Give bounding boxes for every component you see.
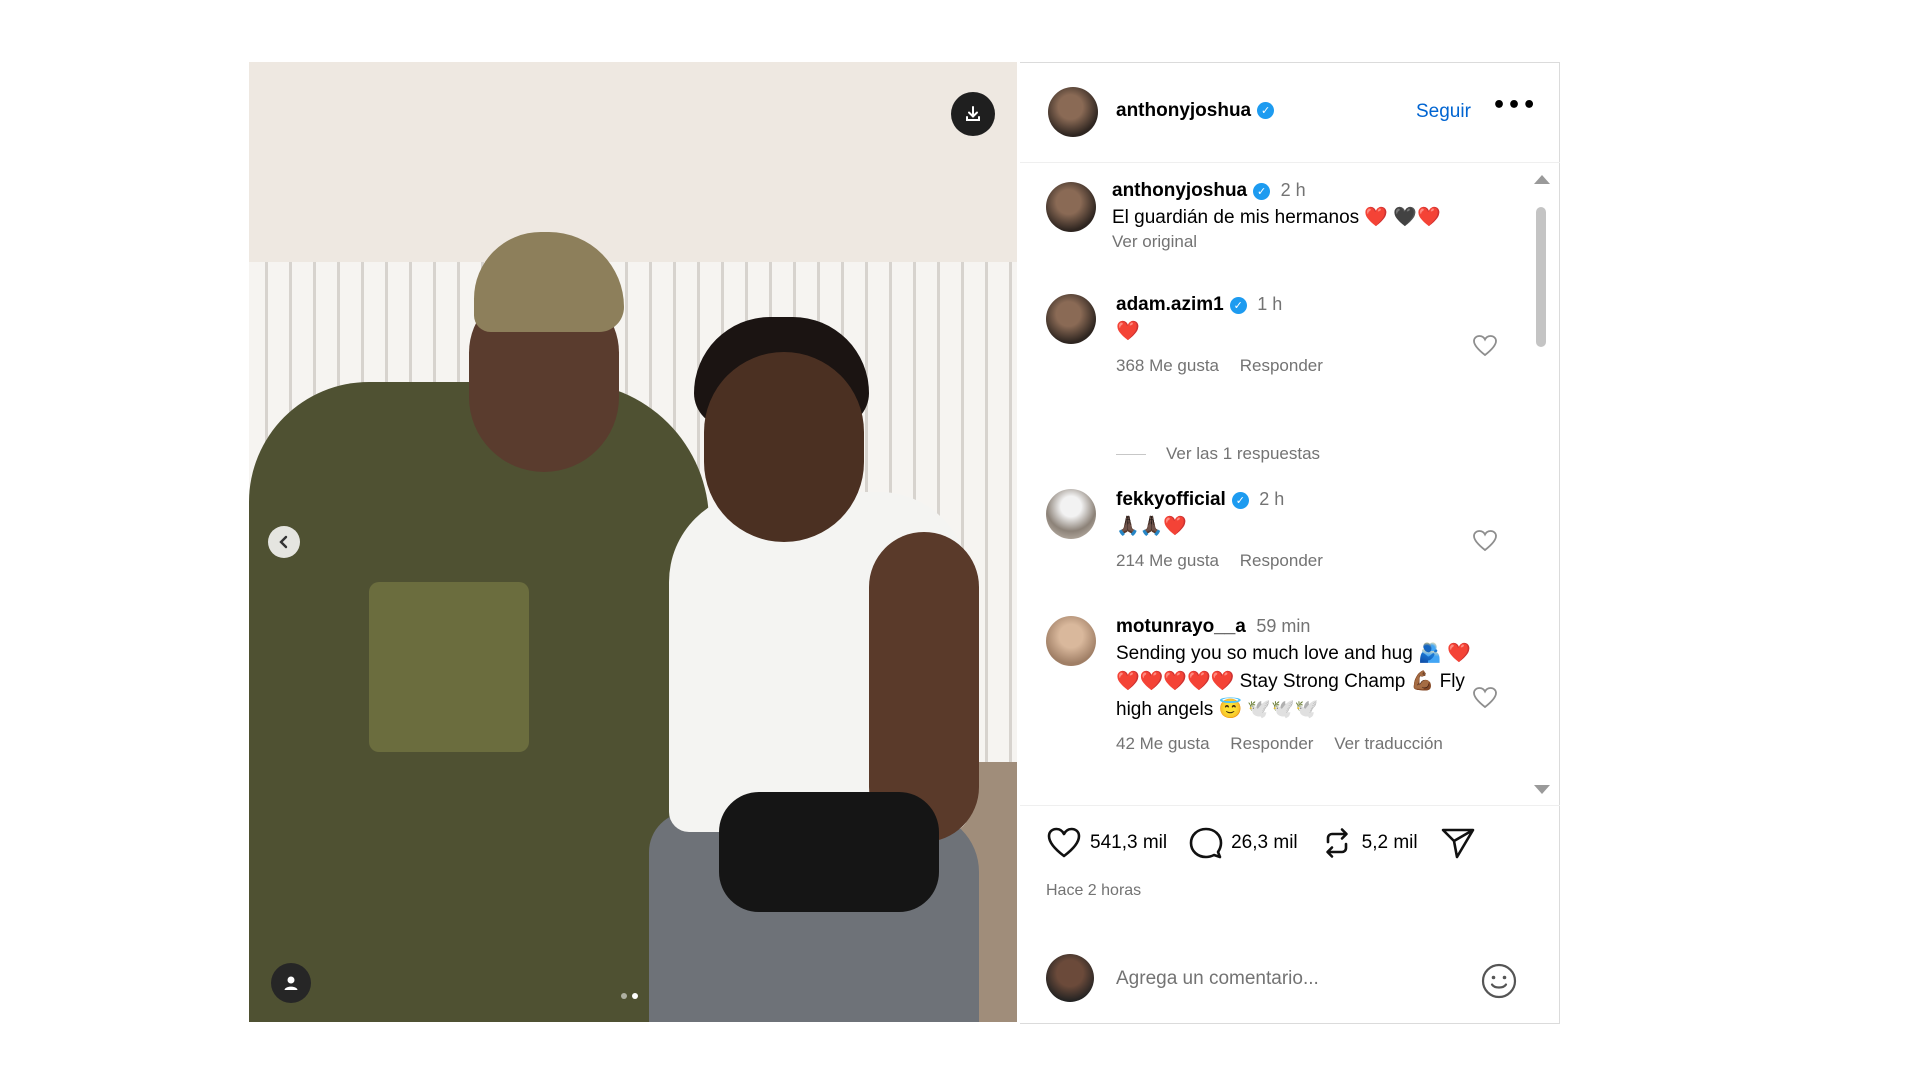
replies-divider (1116, 453, 1146, 455)
like-button[interactable]: 541,3 mil (1046, 826, 1167, 860)
comment-username[interactable]: adam.azim1 (1116, 294, 1224, 315)
comment-icon (1189, 827, 1223, 859)
verified-icon: ✓ (1253, 183, 1271, 201)
post-photo[interactable] (249, 62, 1017, 1022)
view-replies-link[interactable]: Ver las 1 respuestas (1116, 444, 1320, 464)
comment-avatar[interactable] (1046, 616, 1096, 666)
comments-scrollbar[interactable] (1530, 175, 1552, 805)
download-button[interactable] (951, 92, 995, 136)
caption-avatar[interactable] (1046, 182, 1096, 232)
chevron-left-icon (279, 535, 288, 549)
comment-likes[interactable]: 214 Me gusta (1116, 551, 1219, 570)
emoji-icon[interactable] (1480, 962, 1518, 1000)
verified-icon: ✓ (1231, 492, 1249, 510)
comment-text: 🙏🏿🙏🏿❤️ (1116, 516, 1187, 537)
comment-meta: 214 Me gusta Responder (1116, 551, 1476, 571)
heart-icon (1047, 827, 1081, 858)
reply-button[interactable]: Responder (1240, 551, 1323, 570)
comment-likes[interactable]: 42 Me gusta (1116, 734, 1210, 753)
verified-icon: ✓ (1257, 102, 1275, 120)
heart-icon[interactable] (1472, 686, 1498, 710)
heart-icon[interactable] (1472, 529, 1498, 553)
translate-link[interactable]: Ver traducción (1334, 734, 1443, 753)
comment-text: ❤️ (1116, 321, 1140, 342)
add-comment-bar (1020, 926, 1560, 1026)
view-replies-text[interactable]: Ver las 1 respuestas (1166, 444, 1320, 464)
caption-username[interactable]: anthonyjoshua (1112, 180, 1247, 201)
comment-body: motunrayo__a 59 min Sending you so much … (1116, 616, 1476, 754)
author-username-text[interactable]: anthonyjoshua (1116, 100, 1251, 121)
comment-time[interactable]: 1 h (1257, 294, 1282, 314)
comment-input[interactable] (1116, 964, 1456, 994)
repost-count[interactable]: 5,2 mil (1362, 832, 1418, 854)
post-detail-panel: anthonyjoshua ✓ Seguir ••• anthonyjoshua ✓… (1020, 62, 1560, 1024)
author-username[interactable]: anthonyjoshua ✓ (1116, 100, 1275, 122)
like-count[interactable]: 541,3 mil (1090, 832, 1167, 854)
comment-text: Sending you so much love and hug 🫂 ❤️❤️❤… (1116, 643, 1471, 720)
send-icon (1441, 828, 1474, 859)
tagged-users-button[interactable] (271, 963, 311, 1003)
current-user-avatar (1046, 954, 1094, 1002)
author-avatar[interactable] (1048, 87, 1098, 137)
comment-avatar[interactable] (1046, 294, 1096, 344)
comment-time[interactable]: 59 min (1256, 616, 1310, 636)
repost-button[interactable]: 5,2 mil (1320, 826, 1418, 860)
share-button[interactable] (1440, 826, 1484, 860)
comment-time[interactable]: 2 h (1259, 489, 1284, 509)
caption-text: El guardián de mis hermanos ❤️ 🖤❤️ (1112, 207, 1441, 228)
see-original-link[interactable]: Ver original (1112, 232, 1512, 252)
comment-avatar[interactable] (1046, 489, 1096, 539)
comment-body: fekkyofficial ✓ 2 h 🙏🏿🙏🏿❤️ 214 Me gusta R… (1116, 489, 1476, 571)
carousel-dots (621, 993, 638, 999)
comment-username[interactable]: fekkyofficial (1116, 489, 1226, 510)
verified-icon: ✓ (1229, 297, 1247, 315)
comments-list[interactable]: anthonyjoshua ✓ 2 h El guardián de mis he… (1020, 164, 1530, 804)
post-timestamp[interactable]: Hace 2 horas (1046, 882, 1141, 900)
comment-body: adam.azim1 ✓ 1 h ❤️ 368 Me gusta Responde… (1116, 294, 1476, 376)
carousel-dot (621, 993, 627, 999)
comment-meta: 368 Me gusta Responder (1116, 356, 1476, 376)
comment-meta: 42 Me gusta Responder Ver traducción (1116, 734, 1476, 754)
photo-cloth (719, 792, 939, 912)
scrollbar-thumb[interactable] (1536, 207, 1546, 347)
comment-username[interactable]: motunrayo__a (1116, 616, 1246, 637)
user-icon (284, 976, 298, 990)
repost-icon (1325, 828, 1348, 858)
photo-jacket-panel (369, 582, 529, 752)
follow-button[interactable]: Seguir (1416, 101, 1471, 123)
action-row: 541,3 mil 26,3 mil 5,2 mil (1046, 826, 1506, 860)
carousel-dot-active (632, 993, 638, 999)
more-options-icon[interactable]: ••• (1492, 93, 1537, 118)
photo-person-right-head (704, 352, 864, 542)
caption-time[interactable]: 2 h (1281, 180, 1306, 200)
reply-button[interactable]: Responder (1240, 356, 1323, 375)
heart-icon[interactable] (1472, 334, 1498, 358)
comment-count[interactable]: 26,3 mil (1231, 832, 1298, 854)
post-header: anthonyjoshua ✓ Seguir ••• (1020, 63, 1560, 163)
download-icon (966, 106, 980, 121)
scroll-up-arrow-icon[interactable] (1534, 175, 1550, 184)
post-actions: 541,3 mil 26,3 mil 5,2 mil Hace 2 horas … (1020, 805, 1560, 1025)
reply-button[interactable]: Responder (1230, 734, 1313, 753)
caption-body: anthonyjoshua ✓ 2 h El guardián de mis he… (1112, 180, 1512, 252)
comment-likes[interactable]: 368 Me gusta (1116, 356, 1219, 375)
comment-button[interactable]: 26,3 mil (1189, 826, 1298, 860)
carousel-prev-button[interactable] (268, 526, 300, 558)
scroll-down-arrow-icon[interactable] (1534, 785, 1550, 794)
